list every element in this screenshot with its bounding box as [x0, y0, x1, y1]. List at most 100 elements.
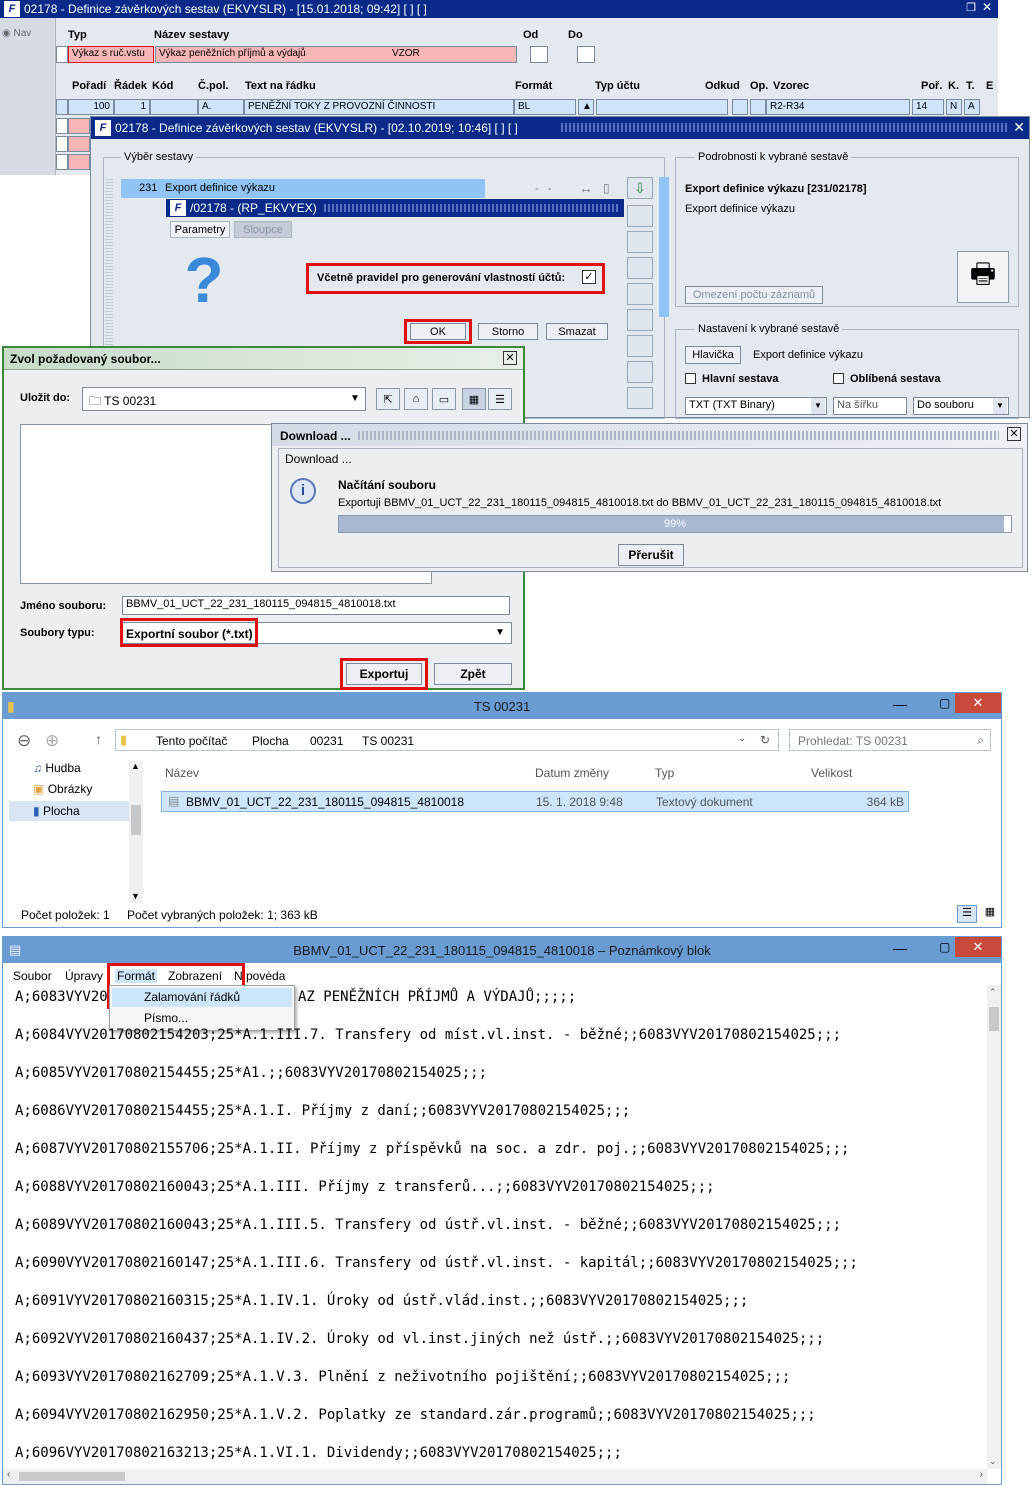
home-icon[interactable]: ⌂	[404, 388, 428, 410]
close-icon[interactable]: ✕	[955, 693, 1001, 713]
details-view-icon[interactable]: ☰	[488, 388, 512, 410]
folder-select[interactable]: 🗀 TS 00231	[82, 387, 366, 411]
up-folder-icon[interactable]: ⇱	[376, 388, 400, 410]
typ-field[interactable]: Výkaz s ruč.vstu	[68, 46, 154, 63]
col-nazev[interactable]: Název	[165, 766, 199, 780]
app-logo-icon: F	[95, 120, 111, 136]
forward-icon[interactable]: ⊕	[45, 731, 59, 751]
nav-scrollbar[interactable]: ▲ ▼	[129, 761, 143, 903]
menu-item-wrap[interactable]: Zalamování řádků	[112, 988, 292, 1007]
vertical-scrollbar[interactable]: ⌃ ⌄	[987, 985, 1001, 1469]
chevron-down-icon[interactable]: ▼	[346, 390, 364, 408]
breadcrumb[interactable]: Plocha	[252, 734, 289, 748]
close-icon[interactable]: ✕	[955, 937, 1001, 957]
close-icon[interactable]: ✕	[982, 0, 992, 14]
nazev-field[interactable]: Výkaz peněžních příjmů a výdajů VZOR	[155, 46, 517, 63]
pravidla-checkbox[interactable]: ✓	[582, 270, 596, 284]
ok-button[interactable]: OK	[410, 323, 466, 340]
chevron-down-icon[interactable]: ⌄	[738, 733, 746, 744]
breadcrumb[interactable]: Tento počítač	[156, 734, 227, 748]
col-typ: Typ	[68, 29, 87, 41]
hlavni-checkbox[interactable]	[685, 373, 696, 384]
hlavicka-button[interactable]: Hlavička	[685, 346, 741, 364]
refresh-icon[interactable]: ↻	[760, 733, 770, 747]
chevron-down-icon[interactable]: ▼	[490, 624, 510, 642]
storno-button[interactable]: Storno	[478, 323, 538, 340]
table-row[interactable]	[56, 154, 90, 170]
side-button[interactable]	[627, 257, 653, 279]
tab-sloupce[interactable]: Sloupce	[234, 221, 292, 238]
format-select[interactable]: TXT (TXT Binary)	[685, 397, 827, 415]
menu-upravy[interactable]: Úpravy	[65, 969, 103, 983]
list-scrollbar[interactable]	[659, 177, 669, 317]
prerusit-button[interactable]: Přerušit	[618, 544, 684, 566]
side-button[interactable]	[627, 309, 653, 331]
document-icon[interactable]: ▯	[603, 181, 610, 195]
chevron-down-icon[interactable]: ▼	[993, 398, 1007, 414]
table-row[interactable]	[56, 136, 90, 152]
row-selector[interactable]	[56, 46, 68, 63]
swap-icon[interactable]: ↔	[579, 180, 593, 196]
zpet-button[interactable]: Zpět	[434, 663, 512, 685]
back-icon[interactable]: ⊖	[17, 731, 31, 751]
list-view-icon[interactable]: ▦	[462, 388, 486, 410]
breadcrumb[interactable]: TS 00231	[362, 734, 414, 748]
close-icon[interactable]: ✕	[1007, 427, 1021, 441]
col-typ[interactable]: Typ	[655, 766, 674, 780]
maximize-icon[interactable]: ▢	[939, 696, 950, 710]
chevron-down-icon[interactable]: ▼	[811, 398, 825, 414]
explorer-window: ▮ TS 00231 — ▢ ✕ ⊖ ⊕ ↑ ▮ Tento počítač P…	[2, 692, 1002, 928]
save-title: Zvol požadovaný soubor...	[10, 352, 161, 366]
maximize-icon[interactable]: ▢	[939, 940, 950, 954]
grid-header: Pořadí Řádek Kód Č.pol. Text na řádku Fo…	[0, 80, 998, 94]
details-view-icon[interactable]: ☰	[957, 905, 977, 923]
menu-item-font[interactable]: Písmo...	[112, 1009, 292, 1028]
tiles-view-icon[interactable]: ▦	[981, 905, 999, 923]
close-icon[interactable]: ✕	[1013, 119, 1025, 136]
nav-radio[interactable]: ◉ Nav	[2, 28, 31, 39]
side-button[interactable]	[627, 361, 653, 383]
address-bar[interactable]: ▮ Tento počítač Plocha 00231 TS 00231 ⌄ …	[115, 729, 779, 751]
col-velikost[interactable]: Velikost	[811, 766, 852, 780]
side-button[interactable]	[627, 283, 653, 305]
tab-parametry[interactable]: Parametry	[170, 221, 230, 238]
restore-icon[interactable]: ❐	[966, 1, 976, 14]
od-field[interactable]	[530, 46, 548, 63]
text-line: A;6093VYV20170802162709;25*A.1.V.3. Plně…	[15, 1369, 791, 1385]
up-arrow-icon[interactable]: ↑	[95, 731, 102, 747]
breadcrumb[interactable]: 00231	[310, 734, 343, 748]
close-icon[interactable]: ✕	[503, 351, 517, 365]
side-button[interactable]	[627, 335, 653, 357]
new-folder-icon[interactable]: ▭	[432, 388, 456, 410]
smazat-button[interactable]: Smazat	[546, 323, 608, 340]
nav-item[interactable]: ▣ Obrázky	[33, 782, 92, 802]
minimize-icon[interactable]: —	[893, 696, 907, 712]
list-item[interactable]: 231 Export definice výkazu	[121, 179, 485, 198]
menu-soubor[interactable]: Soubor	[13, 969, 52, 983]
omezeni-button[interactable]: Omezení počtu záznamů	[685, 286, 823, 304]
nav-item[interactable]: ♫ Hudba	[33, 761, 81, 781]
col-por: Poř.	[921, 80, 943, 92]
nav-item[interactable]: ▮ Plocha	[9, 801, 139, 821]
download-icon[interactable]: ⇩	[627, 177, 653, 199]
table-row[interactable]: ▤ BBMV_01_UCT_22_231_180115_094815_48100…	[161, 791, 909, 812]
scroll-up-icon[interactable]: ▲	[578, 99, 594, 115]
search-input[interactable]: Prohledat: TS 00231 ⌕	[789, 729, 991, 751]
col-odkud: Odkud	[705, 80, 740, 92]
horizontal-scrollbar[interactable]: ‹ ›	[3, 1469, 987, 1484]
table-row[interactable]	[56, 118, 90, 134]
table-row[interactable]: 100 1 A. PENĚŽNÍ TOKY Z PROVOZNÍ ČINNOST…	[0, 99, 998, 115]
col-datum[interactable]: Datum změny	[535, 766, 609, 780]
side-button[interactable]	[627, 205, 653, 227]
exportuj-button[interactable]: Exportuj	[346, 663, 422, 685]
oblibena-checkbox[interactable]	[833, 373, 844, 384]
minimize-icon[interactable]: —	[893, 940, 907, 956]
orientace-select[interactable]: Na šířku	[833, 397, 907, 415]
text-file-icon: ▤	[168, 794, 180, 808]
filename-input[interactable]: BBMV_01_UCT_22_231_180115_094815_4810018…	[122, 596, 510, 615]
side-button[interactable]	[627, 387, 653, 409]
printer-icon[interactable]: 🖶	[957, 251, 1009, 303]
do-field[interactable]	[577, 46, 595, 63]
download-heading: Načítání souboru	[338, 478, 437, 492]
side-button[interactable]	[627, 231, 653, 253]
